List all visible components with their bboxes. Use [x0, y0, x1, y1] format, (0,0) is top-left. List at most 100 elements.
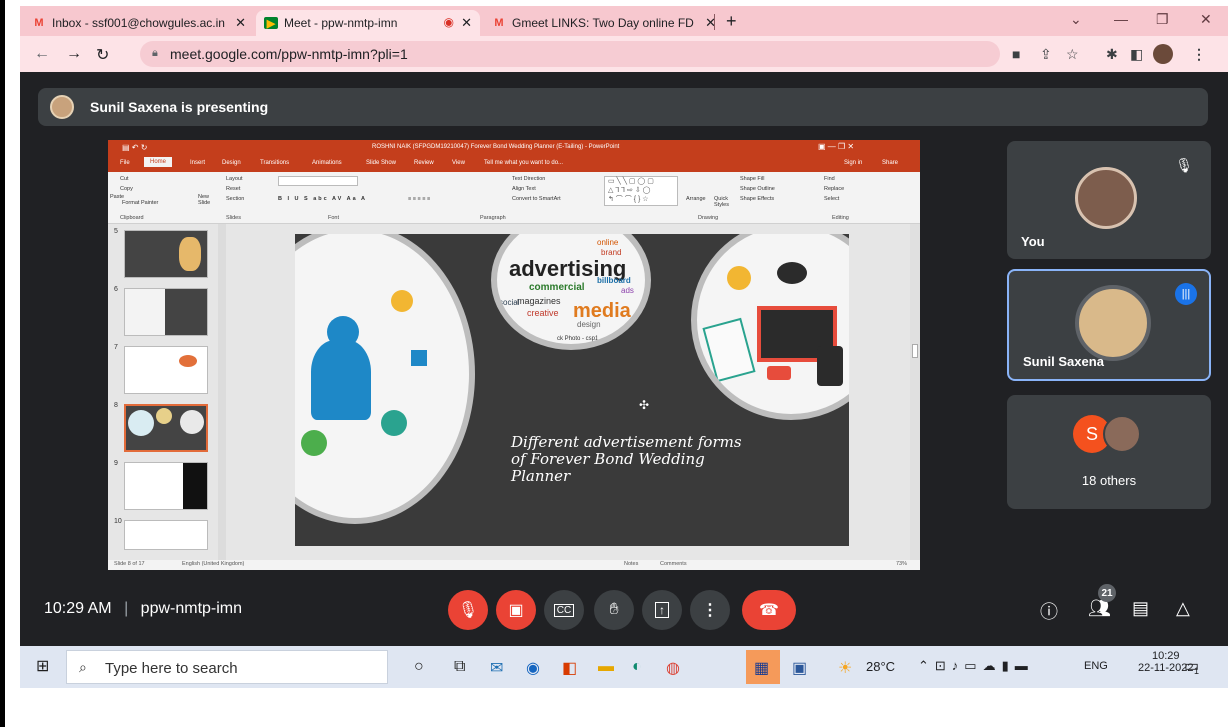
grp-drawing: Drawing	[698, 215, 719, 221]
mic-toggle-button[interactable]: 🎙︎	[448, 590, 488, 630]
task-view-icon[interactable]: ⧉	[454, 658, 465, 676]
chrome-icon[interactable]: ◍	[666, 658, 680, 678]
captions-button[interactable]: CC	[544, 590, 584, 630]
chat-icon[interactable]: ▤	[1132, 598, 1149, 619]
grp-clipboard: Clipboard	[120, 215, 144, 221]
presenter-avatar	[50, 95, 74, 119]
input-language[interactable]: ENG	[1084, 660, 1108, 672]
grp-paragraph: Paragraph	[480, 215, 506, 221]
office-icon[interactable]: ◧	[562, 658, 577, 678]
tile-sunil-saxena[interactable]: ||| Sunil Saxena	[1007, 269, 1211, 381]
cortana-icon[interactable]: ○	[414, 658, 424, 676]
bookmark-star-icon[interactable]: ☆	[1066, 46, 1079, 63]
share-icon[interactable]: ⇪	[1040, 46, 1052, 63]
slide-thumb-selected[interactable]	[124, 404, 208, 452]
raise-hand-button[interactable]: ✋︎	[594, 590, 634, 630]
meeting-info: 10:29 AM | ppw-nmtp-imn	[44, 600, 242, 618]
tile-you[interactable]: 🎙︎ You	[1007, 141, 1211, 259]
search-placeholder: Type here to search	[105, 660, 238, 677]
avatar	[1075, 285, 1151, 361]
browser-toolbar: ← → ↻ 🔒︎ meet.google.com/ppw-nmtp-imn?pl…	[20, 36, 1228, 72]
captions-icon: CC	[553, 603, 575, 617]
wave-app-icon[interactable]: ▦	[754, 658, 769, 678]
others-count: 18 others	[1081, 473, 1137, 488]
mail-app-icon[interactable]: ✉︎	[490, 658, 503, 678]
leave-call-button[interactable]: ☎︎	[742, 590, 796, 630]
back-icon[interactable]: ←	[34, 45, 50, 63]
meet-icon: ▶	[264, 17, 278, 30]
activities-icon[interactable]: △	[1176, 598, 1190, 619]
ptab-sign-in: Sign in	[844, 160, 863, 166]
gmail-icon: M	[34, 17, 44, 29]
rb-replace: Replace	[824, 186, 845, 192]
taskbar-search[interactable]: ⌕ Type here to search	[66, 650, 388, 684]
ptab-view: View	[452, 160, 465, 166]
tab-search-icon[interactable]: ⌄	[1070, 11, 1082, 28]
window-close-icon[interactable]: ✕	[1200, 11, 1212, 28]
grp-slides: Slides	[226, 215, 241, 221]
info-icon[interactable]: ⓘ	[1040, 598, 1058, 624]
save-icon: ▤ ↶ ↻	[122, 143, 148, 152]
notification-count: 1	[1194, 666, 1200, 676]
shared-screen: ▤ ↶ ↻ ROSHNI NAIK (SFPGDM19210047) Forev…	[108, 140, 920, 570]
camera-toggle-button[interactable]: ▣	[496, 590, 536, 630]
rb-shape-effects: Shape Effects	[740, 196, 775, 202]
more-options-button[interactable]: ⋮	[690, 590, 730, 630]
maximize-icon[interactable]: ❐	[1156, 11, 1169, 28]
rb-shape-fill: Shape Fill	[740, 176, 765, 182]
ppt-window-controls: ▣ — ❐ ✕	[818, 142, 855, 151]
new-tab-button[interactable]: +	[726, 11, 737, 32]
slide-scrollbar[interactable]	[910, 224, 920, 560]
menu-icon[interactable]: ⋮	[1192, 46, 1206, 63]
rb-find: Find	[824, 176, 835, 182]
slide-thumb[interactable]	[124, 462, 208, 510]
mic-off-icon: 🎙︎	[1175, 157, 1193, 173]
tile-others[interactable]: S 18 others	[1007, 395, 1211, 509]
slide-thumb[interactable]	[124, 230, 208, 278]
extensions-icon[interactable]: ✱	[1106, 46, 1118, 63]
windows-taskbar: ⊞ ⌕ Type here to search ○ ⧉ ✉︎ ◉ ◧ ▬ ◐ ◍…	[20, 646, 1228, 688]
weather-temp[interactable]: 28°C	[866, 659, 895, 674]
search-icon: ⌕	[79, 659, 87, 675]
mic-off-icon: 🎙︎	[457, 602, 479, 619]
reload-icon[interactable]: ↻	[96, 45, 109, 65]
minimize-icon[interactable]: —	[1114, 11, 1128, 27]
status-zoom: 73%	[896, 561, 908, 567]
ppt-statusbar: Slide 8 of 17 English (United Kingdom) N…	[108, 560, 920, 570]
edge-icon[interactable]: ◐	[632, 658, 642, 676]
forward-icon[interactable]: →	[66, 45, 82, 63]
present-button[interactable]: ↑	[642, 590, 682, 630]
profile-avatar[interactable]	[1153, 44, 1173, 64]
rb-convert: Convert to SmartArt	[512, 196, 561, 202]
windows-start-icon[interactable]: ⊞	[36, 656, 49, 676]
tab-divider	[714, 14, 715, 30]
slide-thumb[interactable]	[124, 346, 208, 394]
tab-gmeet-links[interactable]: M Gmeet LINKS: Two Day online FD ✕	[484, 10, 724, 36]
participants-badge: 21	[1098, 584, 1116, 602]
tab-inbox[interactable]: M Inbox - ssf001@chowgules.ac.in ✕	[24, 10, 254, 36]
file-explorer-icon[interactable]: ▬	[598, 658, 614, 676]
hangup-icon: ☎︎	[759, 602, 779, 619]
tab-label: Meet - ppw-nmtp-imn	[284, 16, 398, 30]
rb-font-buttons: B I U S abc AV Aa A	[278, 196, 367, 202]
ptab-share: Share	[882, 160, 899, 166]
tile-name: Sunil Saxena	[1023, 354, 1104, 369]
address-bar[interactable]: 🔒︎ meet.google.com/ppw-nmtp-imn?pli=1	[140, 41, 1000, 67]
word-icon[interactable]: ▣	[792, 658, 807, 678]
ptab-transitions: Transitions	[260, 160, 290, 166]
tab-meet[interactable]: ▶ Meet - ppw-nmtp-imn ◉ ✕	[256, 10, 480, 36]
present-icon: ↑	[655, 602, 669, 618]
ptab-animations: Animations	[312, 160, 342, 166]
thumbs-scrollbar[interactable]	[218, 224, 226, 560]
camera-icon[interactable]: ■	[1012, 46, 1020, 62]
tab-label: Gmeet LINKS: Two Day online FD	[512, 16, 694, 30]
side-panel-icon[interactable]: ◧	[1130, 46, 1143, 63]
slide-thumb[interactable]	[124, 288, 208, 336]
grp-editing: Editing	[832, 215, 849, 221]
ppt-ribbon-tabs: File Home Insert Design Transitions Anim…	[108, 156, 920, 172]
close-tab-icon[interactable]: ✕	[235, 15, 246, 31]
edge-legacy-icon[interactable]: ◉	[526, 658, 540, 678]
system-tray-icons[interactable]: ⌃⊡♪▭☁▮▬	[918, 658, 1034, 674]
slide-thumb[interactable]	[124, 520, 208, 550]
close-tab-icon[interactable]: ✕	[461, 15, 472, 31]
